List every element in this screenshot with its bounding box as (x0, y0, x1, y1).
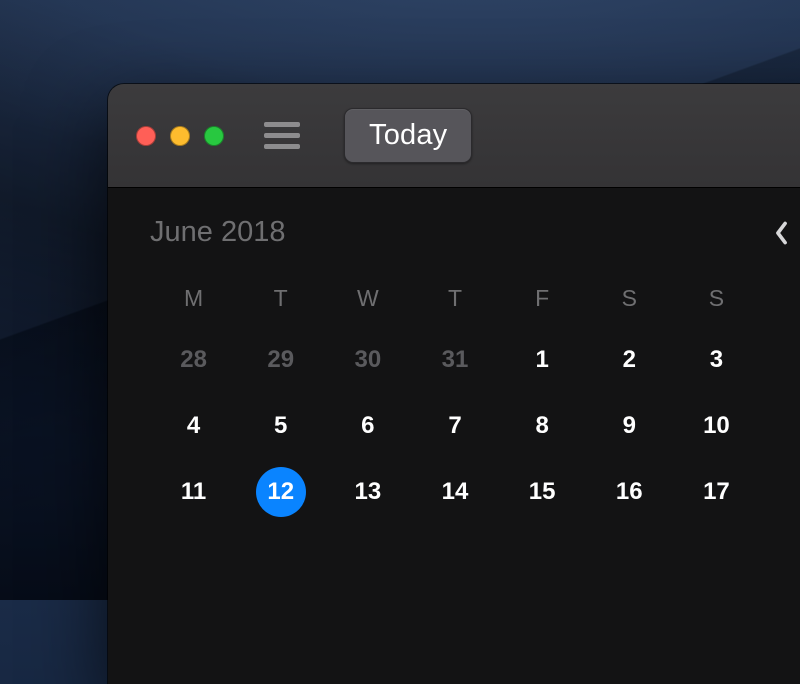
day-cell[interactable]: 9 (586, 408, 673, 444)
day-number: 12 (267, 478, 294, 506)
day-number: 7 (448, 412, 461, 440)
sidebar-toggle-button[interactable] (264, 122, 300, 149)
day-number: 29 (267, 346, 294, 374)
day-number: 1 (535, 346, 548, 374)
month-label: June 2018 (150, 216, 285, 249)
day-number: 2 (623, 346, 636, 374)
day-cell[interactable]: 8 (499, 408, 586, 444)
day-cell[interactable]: 28 (150, 342, 237, 378)
weekday-header: S (586, 285, 673, 312)
day-number: 6 (361, 412, 374, 440)
chevron-left-icon (774, 221, 789, 245)
day-number: 10 (703, 412, 730, 440)
day-cell[interactable]: 2 (586, 342, 673, 378)
weekday-header: T (411, 285, 498, 312)
day-cell[interactable]: 4 (150, 408, 237, 444)
day-cell[interactable]: 11 (150, 474, 237, 510)
day-number: 11 (181, 478, 206, 506)
window-controls (136, 126, 224, 146)
titlebar: Today (108, 84, 800, 188)
day-number: 28 (180, 346, 207, 374)
day-number: 3 (710, 346, 723, 374)
day-cell[interactable]: 16 (586, 474, 673, 510)
day-cell[interactable]: 14 (411, 474, 498, 510)
day-number: 9 (623, 412, 636, 440)
weekday-header: S (673, 285, 760, 312)
mini-prev-month-button[interactable] (774, 221, 789, 245)
day-cell[interactable]: 6 (324, 408, 411, 444)
day-number: 30 (355, 346, 382, 374)
calendar-window: Today June 2018 MTWTFSS28293031123456789… (108, 84, 800, 684)
day-cell[interactable]: 31 (411, 342, 498, 378)
weekday-header: T (237, 285, 324, 312)
weekday-header: M (150, 285, 237, 312)
day-cell[interactable]: 29 (237, 342, 324, 378)
day-number: 17 (703, 478, 730, 506)
day-cell[interactable]: 12 (237, 474, 324, 510)
day-number: 16 (616, 478, 643, 506)
day-cell[interactable]: 30 (324, 342, 411, 378)
day-cell[interactable]: 17 (673, 474, 760, 510)
day-number: 31 (442, 346, 469, 374)
day-cell[interactable]: 13 (324, 474, 411, 510)
day-number: 8 (535, 412, 548, 440)
weekday-header: F (499, 285, 586, 312)
close-icon[interactable] (136, 126, 156, 146)
day-cell[interactable]: 1 (499, 342, 586, 378)
day-number: 4 (187, 412, 200, 440)
mini-calendar: June 2018 MTWTFSS28293031123456789101112… (108, 188, 800, 684)
day-number: 5 (274, 412, 287, 440)
day-cell[interactable]: 7 (411, 408, 498, 444)
today-button[interactable]: Today (344, 108, 472, 163)
minimize-icon[interactable] (170, 126, 190, 146)
weekday-header: W (324, 285, 411, 312)
month-header: June 2018 (150, 216, 800, 249)
day-number: 14 (442, 478, 469, 506)
day-cell[interactable]: 3 (673, 342, 760, 378)
day-cell[interactable]: 10 (673, 408, 760, 444)
zoom-icon[interactable] (204, 126, 224, 146)
mini-month-nav (774, 221, 800, 245)
day-cell[interactable]: 15 (499, 474, 586, 510)
day-number: 15 (529, 478, 556, 506)
day-number: 13 (355, 478, 382, 506)
day-cell[interactable]: 5 (237, 408, 324, 444)
